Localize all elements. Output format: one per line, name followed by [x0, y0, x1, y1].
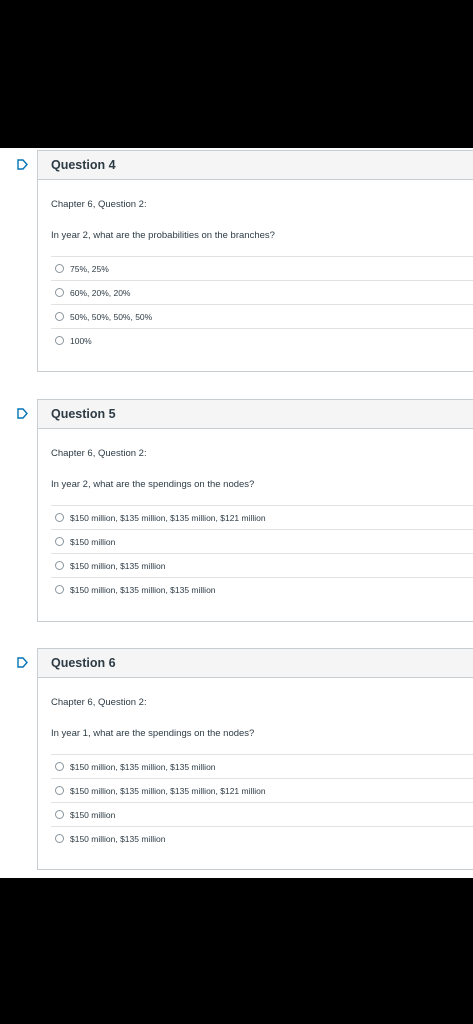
question-card: Question 5 Chapter 6, Question 2: In yea… [37, 399, 473, 622]
answer-option[interactable]: 50%, 50%, 50%, 50% [51, 304, 473, 328]
answer-label: $150 million, $135 million, $135 million [70, 761, 216, 772]
question-card: Question 4 Chapter 6, Question 2: In yea… [37, 150, 473, 372]
answer-label: $150 million, $135 million, $135 million [70, 584, 216, 595]
question-chapter: Chapter 6, Question 2: [51, 448, 147, 459]
question-text: In year 1, what are the spendings on the… [51, 728, 255, 739]
answer-label: 100% [70, 335, 92, 346]
answer-option[interactable]: $150 million, $135 million, $135 million… [51, 505, 473, 529]
answer-option[interactable]: 100% [51, 328, 473, 352]
radio-button-icon[interactable] [55, 834, 64, 843]
radio-button-icon[interactable] [55, 537, 64, 546]
radio-button-icon[interactable] [55, 336, 64, 345]
radio-button-icon[interactable] [55, 810, 64, 819]
flag-question-icon[interactable] [17, 408, 28, 419]
question-text: In year 2, what are the probabilities on… [51, 230, 275, 241]
flag-question-icon[interactable] [17, 159, 28, 170]
question-text: In year 2, what are the spendings on the… [51, 479, 255, 490]
radio-button-icon[interactable] [55, 264, 64, 273]
answer-label: $150 million [70, 809, 116, 820]
answer-label: $150 million, $135 million, $135 million… [70, 512, 266, 523]
question-chapter: Chapter 6, Question 2: [51, 199, 147, 210]
radio-button-icon[interactable] [55, 585, 64, 594]
answer-list: 75%, 25% 60%, 20%, 20% 50%, 50%, 50%, 50… [51, 256, 473, 352]
radio-button-icon[interactable] [55, 312, 64, 321]
answer-label: 75%, 25% [70, 263, 109, 274]
question-header: Question 4 [38, 150, 473, 180]
answer-option[interactable]: $150 million, $135 million, $135 million [51, 577, 473, 601]
radio-button-icon[interactable] [55, 786, 64, 795]
answer-option[interactable]: $150 million, $135 million, $135 million… [51, 778, 473, 802]
answer-list: $150 million, $135 million, $135 million… [51, 754, 473, 850]
question-title: Question 5 [51, 407, 116, 421]
answer-label: $150 million, $135 million [70, 833, 166, 844]
answer-option[interactable]: $150 million, $135 million [51, 553, 473, 577]
question-title: Question 6 [51, 656, 116, 670]
answer-option[interactable]: $150 million [51, 529, 473, 553]
radio-button-icon[interactable] [55, 762, 64, 771]
answer-label: 60%, 20%, 20% [70, 287, 131, 298]
radio-button-icon[interactable] [55, 513, 64, 522]
answer-option[interactable]: $150 million, $135 million, $135 million [51, 754, 473, 778]
question-header: Question 5 [38, 399, 473, 429]
flag-question-icon[interactable] [17, 657, 28, 668]
radio-button-icon[interactable] [55, 288, 64, 297]
quiz-page: Question 4 Chapter 6, Question 2: In yea… [0, 148, 473, 878]
radio-button-icon[interactable] [55, 561, 64, 570]
answer-label: $150 million, $135 million [70, 560, 166, 571]
answer-option[interactable]: $150 million, $135 million [51, 826, 473, 850]
answer-option[interactable]: 75%, 25% [51, 256, 473, 280]
question-header: Question 6 [38, 648, 473, 678]
answer-label: $150 million [70, 536, 116, 547]
answer-option[interactable]: $150 million [51, 802, 473, 826]
answer-label: 50%, 50%, 50%, 50% [70, 311, 153, 322]
answer-option[interactable]: 60%, 20%, 20% [51, 280, 473, 304]
answer-list: $150 million, $135 million, $135 million… [51, 505, 473, 601]
answer-label: $150 million, $135 million, $135 million… [70, 785, 266, 796]
question-chapter: Chapter 6, Question 2: [51, 697, 147, 708]
question-card: Question 6 Chapter 6, Question 2: In yea… [37, 648, 473, 870]
question-title: Question 4 [51, 158, 116, 172]
